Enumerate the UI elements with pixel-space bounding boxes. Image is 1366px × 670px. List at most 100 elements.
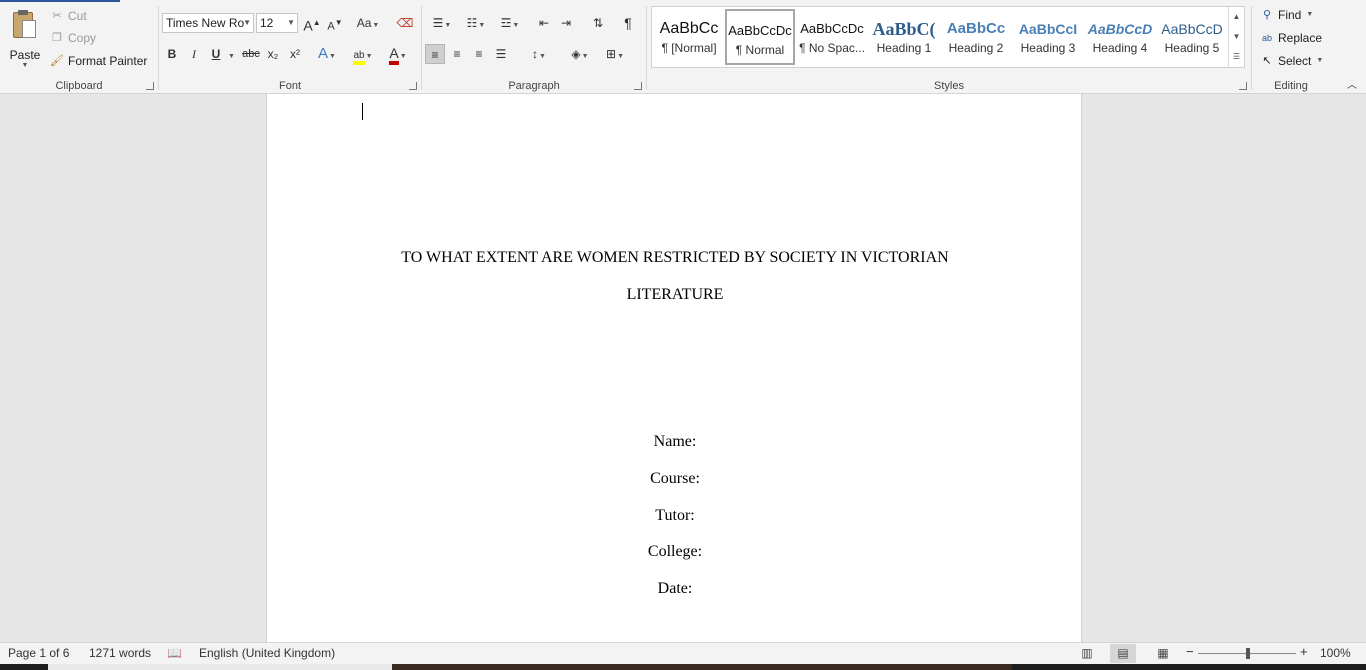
text-cursor: [362, 103, 363, 120]
superscript-button[interactable]: x²: [285, 44, 305, 64]
line-spacing-button[interactable]: ↕▼: [524, 44, 554, 64]
clear-formatting-button[interactable]: ⌫: [395, 13, 415, 33]
underline-button[interactable]: U: [206, 44, 226, 64]
course-field: Course:: [650, 470, 700, 487]
zoom-slider-thumb[interactable]: [1246, 648, 1250, 659]
chevron-down-icon: ▼: [243, 18, 251, 27]
eraser-icon: ⌫: [396, 16, 414, 30]
taskbar-item: [48, 664, 392, 670]
grow-font-icon: A: [303, 17, 313, 34]
style-sample: AaBbCc: [946, 20, 1006, 37]
language-indicator[interactable]: English (United Kingdom): [199, 646, 335, 660]
read-mode-button[interactable]: ▥: [1074, 644, 1100, 663]
web-layout-button[interactable]: ▦: [1150, 644, 1176, 663]
bold-button[interactable]: B: [162, 44, 182, 64]
title-line-2: LITERATURE: [626, 286, 724, 303]
style-heading-4[interactable]: AaBbCcD Heading 4: [1085, 9, 1155, 65]
status-bar: Page 1 of 6 1271 words 📖 English (United…: [0, 642, 1366, 664]
cut-button[interactable]: ✂ Cut: [50, 6, 87, 26]
style-name: Heading 3: [1020, 41, 1076, 55]
underline-dropdown[interactable]: ▼: [226, 44, 236, 64]
paragraph-group-label: Paragraph: [508, 80, 560, 92]
style-normal[interactable]: AaBbCcDc ¶ Normal: [725, 9, 795, 65]
styles-dialog-launcher-icon[interactable]: [1239, 82, 1247, 90]
shrink-font-button[interactable]: A▼: [325, 13, 345, 33]
align-center-button[interactable]: ≡: [447, 44, 467, 64]
font-dialog-launcher-icon[interactable]: [409, 82, 417, 90]
highlight-color-button[interactable]: ab▼: [347, 44, 379, 65]
zoom-level[interactable]: 100%: [1320, 646, 1351, 660]
style-name: Heading 1: [876, 41, 932, 55]
paste-icon: [11, 10, 39, 42]
style-sample: AaBbC(: [872, 19, 936, 39]
proofing-icon[interactable]: 📖: [167, 646, 182, 660]
cut-label: Cut: [68, 9, 87, 23]
increase-indent-button[interactable]: ⇥: [556, 13, 576, 33]
text-effects-button[interactable]: A▼: [317, 44, 337, 64]
select-button[interactable]: ↖ Select ▼: [1260, 51, 1323, 71]
align-left-button[interactable]: ≡: [425, 44, 445, 64]
chevron-up-icon: ︿: [1347, 80, 1357, 91]
italic-button[interactable]: I: [184, 44, 204, 64]
replace-button[interactable]: ab Replace: [1260, 28, 1322, 48]
font-color-button[interactable]: A▼: [383, 44, 413, 65]
scroll-down-icon[interactable]: ▼: [1229, 27, 1244, 47]
copy-icon: ❐: [52, 32, 62, 44]
scroll-up-icon[interactable]: ▲: [1229, 7, 1244, 27]
zoom-out-button[interactable]: −: [1186, 644, 1194, 659]
subscript-button[interactable]: x₂: [263, 44, 283, 64]
find-button[interactable]: ⚲ Find ▼: [1260, 5, 1313, 25]
clipboard-group: Paste ▼ ✂ Cut ❐ Copy 🖌 Format Painter Cl…: [0, 2, 158, 94]
multilevel-list-button[interactable]: ☲▼: [494, 13, 526, 33]
font-family-value: Times New Ro: [166, 16, 245, 30]
page-icon: ▤: [1117, 646, 1129, 660]
font-family-select[interactable]: Times New Ro ▼: [162, 13, 254, 33]
copy-button[interactable]: ❐ Copy: [50, 28, 96, 48]
grow-font-button[interactable]: A▲: [302, 13, 322, 34]
title-line-1: TO WHAT EXTENT ARE WOMEN RESTRICTED BY S…: [401, 249, 949, 266]
style-no-spacing[interactable]: AaBbCcDc ¶ No Spac...: [797, 9, 867, 65]
style-heading-2[interactable]: AaBbCc Heading 2: [941, 9, 1011, 65]
date-field: Date:: [657, 580, 693, 597]
align-right-button[interactable]: ≡: [469, 44, 489, 64]
document-area[interactable]: TO WHAT EXTENT ARE WOMEN RESTRICTED BY S…: [0, 94, 1366, 642]
style-sample: AaBbCcD: [1161, 21, 1223, 37]
page-count[interactable]: Page 1 of 6: [8, 646, 69, 660]
zoom-in-button[interactable]: +: [1300, 644, 1308, 659]
paste-dropdown-icon[interactable]: ▼: [6, 62, 44, 69]
style-heading-1[interactable]: AaBbC( Heading 1: [869, 9, 939, 65]
underline-icon: U: [211, 47, 221, 61]
increase-indent-icon: ⇥: [560, 16, 572, 30]
font-size-select[interactable]: 12 ▼: [256, 13, 298, 33]
strikethrough-button[interactable]: abc: [241, 44, 261, 64]
collapse-ribbon-button[interactable]: ︿: [1342, 76, 1362, 96]
shading-button[interactable]: ◈▼: [564, 44, 596, 64]
paragraph-dialog-launcher-icon[interactable]: [634, 82, 642, 90]
document-page[interactable]: TO WHAT EXTENT ARE WOMEN RESTRICTED BY S…: [266, 94, 1082, 642]
clipboard-dialog-launcher-icon[interactable]: [146, 82, 154, 90]
decrease-indent-button[interactable]: ⇤: [534, 13, 554, 33]
paste-label: Paste: [9, 48, 41, 62]
replace-icon: ab: [1261, 33, 1272, 43]
sort-button[interactable]: ⇅: [588, 13, 608, 33]
justify-button[interactable]: ☰: [491, 44, 511, 64]
style-heading-3[interactable]: AaBbCcI Heading 3: [1013, 9, 1083, 65]
gallery-more-icon[interactable]: ☰: [1229, 47, 1244, 67]
bullets-button[interactable]: ☰▼: [426, 13, 458, 33]
show-formatting-button[interactable]: ¶: [618, 13, 638, 33]
font-group: Times New Ro ▼ 12 ▼ A▲ A▼ Aa▼ ⌫ B I U ▼: [159, 2, 421, 94]
subscript-icon: x₂: [267, 47, 279, 61]
format-painter-button[interactable]: 🖌 Format Painter: [50, 51, 147, 71]
style-heading-5[interactable]: AaBbCcD Heading 5: [1157, 9, 1227, 65]
paste-button[interactable]: Paste ▼: [6, 6, 44, 74]
word-count[interactable]: 1271 words: [89, 646, 151, 660]
borders-button[interactable]: ⊞▼: [600, 44, 630, 64]
bullet-list-icon: ☰: [432, 16, 444, 30]
numbering-button[interactable]: ☷▼: [460, 13, 492, 33]
style-normal-bracket[interactable]: AaBbCc ¶ [Normal]: [654, 9, 724, 65]
style-sample: AaBbCcD: [1087, 21, 1153, 37]
name-field: Name:: [653, 433, 697, 450]
print-layout-button[interactable]: ▤: [1110, 644, 1136, 663]
change-case-button[interactable]: Aa▼: [353, 13, 383, 33]
copy-label: Copy: [68, 31, 97, 45]
